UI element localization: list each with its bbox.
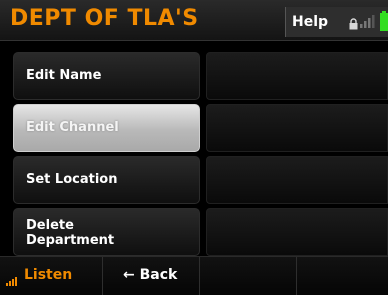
menu-row-set-location: Set Location bbox=[0, 156, 388, 204]
listen-label: Listen bbox=[24, 267, 73, 283]
listen-button[interactable]: Listen bbox=[0, 257, 103, 295]
edit-name-button[interactable]: Edit Name bbox=[13, 52, 200, 100]
help-button[interactable]: Help bbox=[292, 14, 328, 30]
page-title: DEPT OF TLA'S bbox=[10, 6, 199, 31]
softkey-3[interactable] bbox=[200, 257, 297, 295]
delete-department-value bbox=[206, 208, 388, 256]
edit-channel-label: Edit Channel bbox=[26, 120, 119, 135]
signal-small-icon bbox=[6, 271, 20, 290]
set-location-button[interactable]: Set Location bbox=[13, 156, 200, 204]
edit-name-label: Edit Name bbox=[26, 68, 102, 83]
back-button[interactable]: ← Back bbox=[103, 257, 200, 295]
help-status-area: Help bbox=[285, 7, 388, 37]
edit-name-value bbox=[206, 52, 388, 100]
edit-channel-button[interactable]: Edit Channel bbox=[13, 104, 200, 152]
battery-icon bbox=[380, 11, 388, 35]
menu-row-delete-department: Delete Department bbox=[0, 208, 388, 256]
footer-bar: Listen ← Back bbox=[0, 256, 388, 295]
set-location-value bbox=[206, 156, 388, 204]
set-location-label: Set Location bbox=[26, 172, 118, 187]
back-label: ← Back bbox=[123, 267, 178, 283]
softkey-4[interactable] bbox=[297, 257, 388, 295]
signal-icon bbox=[360, 13, 376, 33]
menu-row-edit-channel: Edit Channel bbox=[0, 104, 388, 152]
header-bar: DEPT OF TLA'S Help bbox=[0, 0, 388, 41]
delete-department-label: Delete Department bbox=[26, 218, 115, 248]
delete-department-button[interactable]: Delete Department bbox=[13, 208, 200, 256]
menu-row-edit-name: Edit Name bbox=[0, 52, 388, 100]
edit-channel-value bbox=[206, 104, 388, 152]
lock-icon bbox=[349, 15, 358, 34]
